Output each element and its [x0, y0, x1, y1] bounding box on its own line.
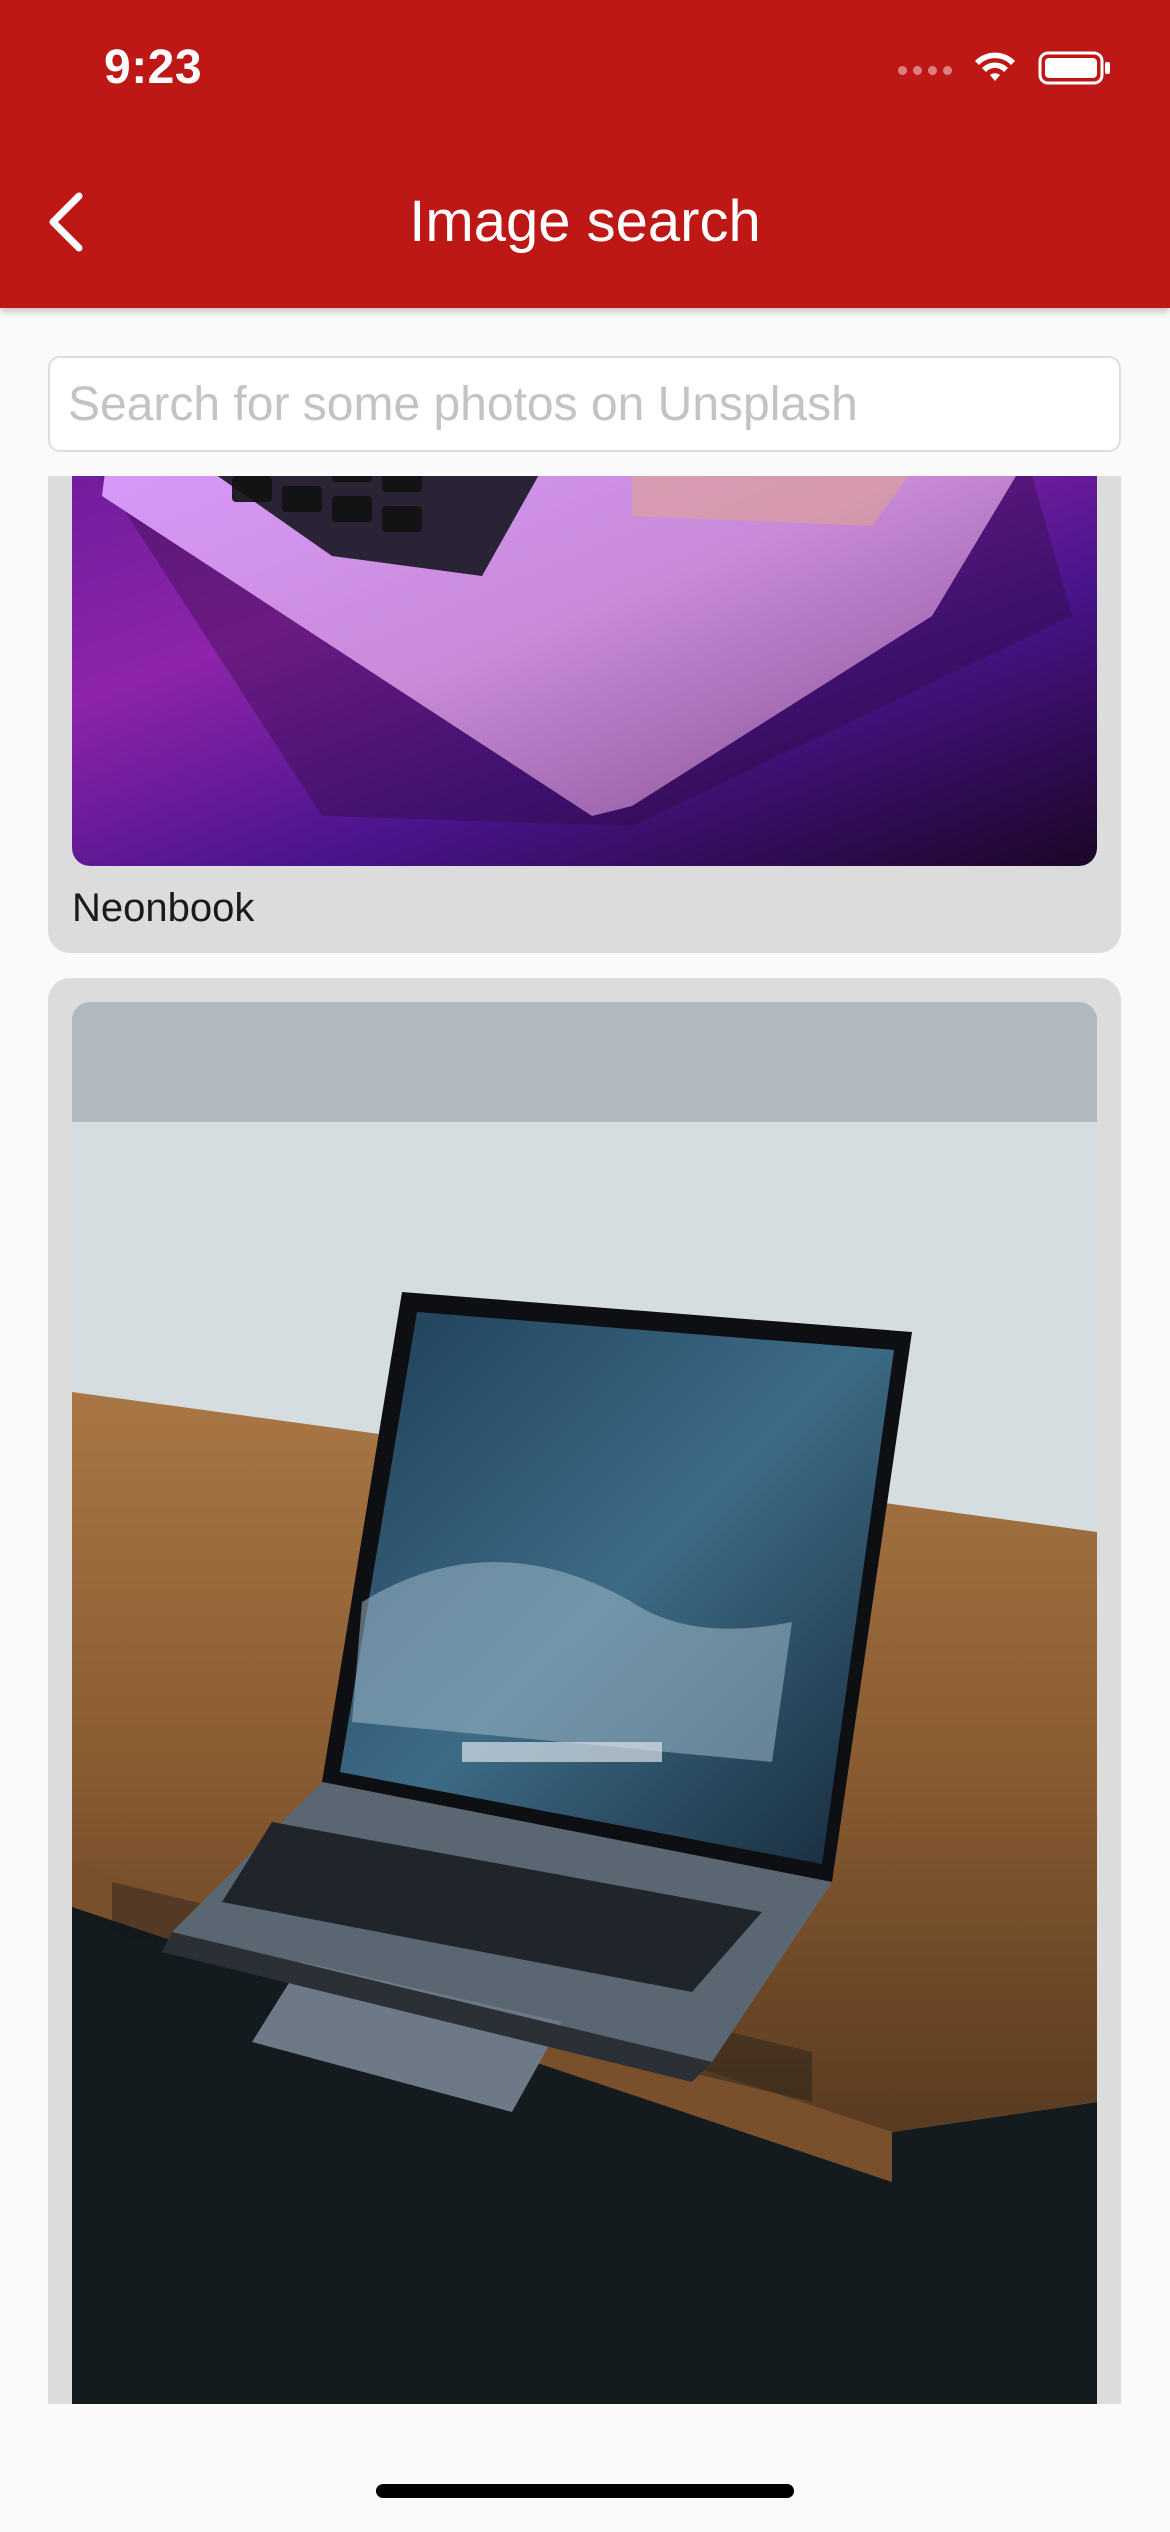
cellular-signal-icon [898, 66, 952, 75]
search-field-container [48, 356, 1121, 452]
wifi-icon [972, 51, 1018, 90]
battery-icon [1038, 50, 1112, 91]
neon-laptop-image [102, 476, 1072, 826]
status-icons [898, 50, 1112, 91]
status-time: 9:23 [104, 41, 203, 94]
results-list[interactable]: Neonbook [0, 476, 1170, 2404]
home-indicator [376, 2484, 794, 2498]
page-title: Image search [409, 189, 761, 254]
laptop-on-desk-image [72, 1002, 1097, 2404]
result-caption: Neonbook [72, 886, 255, 930]
result-card[interactable]: Neonbook [48, 476, 1121, 953]
result-card[interactable] [48, 978, 1121, 2404]
image-search-screen: 9:23 Image search Search for some photos… [0, 0, 1170, 2532]
result-photo[interactable] [72, 476, 1097, 866]
search-input[interactable] [50, 358, 1119, 450]
result-photo[interactable] [72, 1002, 1097, 2404]
app-bar: 9:23 Image search [0, 0, 1170, 308]
